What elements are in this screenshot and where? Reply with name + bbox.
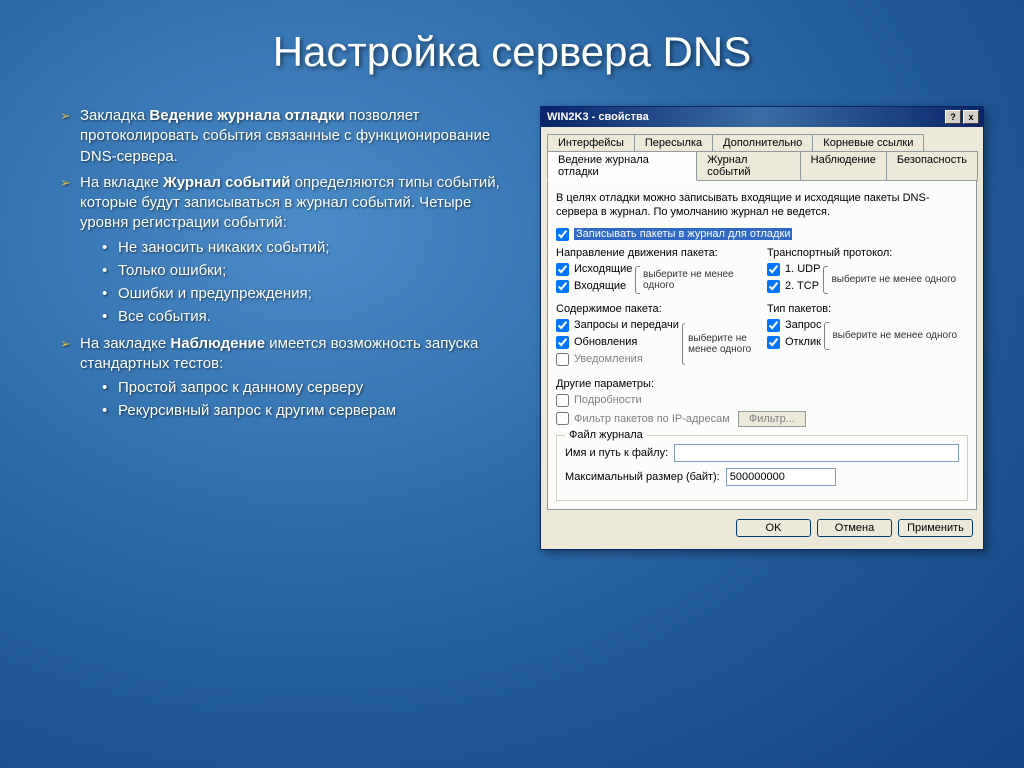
- packet-type-hint: выберите не менее одного: [832, 330, 957, 341]
- log-packets-checkbox[interactable]: [556, 228, 569, 241]
- tab-debug-logging[interactable]: Ведение журнала отладки: [547, 151, 697, 181]
- ok-button[interactable]: OK: [736, 519, 811, 537]
- bullet-1: Закладка Ведение журнала отладки позволя…: [60, 106, 520, 167]
- description-text: В целях отладки можно записывать входящи…: [556, 191, 968, 220]
- other-title: Другие параметры:: [556, 378, 968, 390]
- tab-root-hints[interactable]: Корневые ссылки: [812, 134, 924, 152]
- size-label: Максимальный размер (байт):: [565, 471, 720, 483]
- tab-monitoring[interactable]: Наблюдение: [800, 151, 887, 181]
- queries-checkbox[interactable]: [556, 319, 569, 332]
- path-input[interactable]: [674, 444, 959, 462]
- incoming-checkbox[interactable]: [556, 280, 569, 293]
- size-input[interactable]: [726, 468, 836, 486]
- tab-event-log[interactable]: Журнал событий: [696, 151, 800, 181]
- ip-filter-checkbox[interactable]: [556, 412, 569, 425]
- response-checkbox[interactable]: [767, 336, 780, 349]
- log-packets-label: Записывать пакеты в журнал для отладки: [574, 228, 792, 240]
- slide-title: Настройка сервера DNS: [0, 0, 1024, 76]
- help-button[interactable]: ?: [945, 110, 961, 124]
- tab-forwarding[interactable]: Пересылка: [634, 134, 713, 152]
- packet-type-title: Тип пакетов:: [767, 303, 968, 315]
- direction-title: Направление движения пакета:: [556, 247, 757, 259]
- tcp-checkbox[interactable]: [767, 280, 780, 293]
- tab-interfaces[interactable]: Интерфейсы: [547, 134, 635, 152]
- tab-advanced[interactable]: Дополнительно: [712, 134, 813, 152]
- outgoing-checkbox[interactable]: [556, 263, 569, 276]
- path-label: Имя и путь к файлу:: [565, 447, 668, 459]
- bullet-3: На закладке Наблюдение имеется возможнос…: [60, 334, 520, 422]
- close-button[interactable]: x: [963, 110, 979, 124]
- properties-dialog: WIN2K3 - свойства ? x Интерфейсы Пересыл…: [540, 106, 984, 550]
- tab-security[interactable]: Безопасность: [886, 151, 978, 181]
- apply-button[interactable]: Применить: [898, 519, 973, 537]
- file-group-title: Файл журнала: [565, 429, 647, 441]
- filter-button: Фильтр...: [738, 411, 806, 427]
- titlebar-text: WIN2K3 - свойства: [547, 111, 943, 123]
- content-title: Содержимое пакета:: [556, 303, 757, 315]
- slide-text: Закладка Ведение журнала отладки позволя…: [60, 106, 520, 550]
- request-checkbox[interactable]: [767, 319, 780, 332]
- direction-hint: выберите не менее одного: [643, 269, 757, 291]
- transport-hint: выберите не менее одного: [831, 274, 956, 285]
- main-checkbox-row: Записывать пакеты в журнал для отладки: [556, 228, 968, 241]
- file-groupbox: Файл журнала Имя и путь к файлу: Максима…: [556, 435, 968, 501]
- udp-checkbox[interactable]: [767, 263, 780, 276]
- titlebar[interactable]: WIN2K3 - свойства ? x: [541, 107, 983, 127]
- content-hint: выберите не менее одного: [688, 333, 757, 355]
- details-checkbox[interactable]: [556, 394, 569, 407]
- updates-checkbox[interactable]: [556, 336, 569, 349]
- bullet-2: На вкладке Журнал событий определяются т…: [60, 173, 520, 328]
- cancel-button[interactable]: Отмена: [817, 519, 892, 537]
- notifications-checkbox[interactable]: [556, 353, 569, 366]
- transport-title: Транспортный протокол:: [767, 247, 968, 259]
